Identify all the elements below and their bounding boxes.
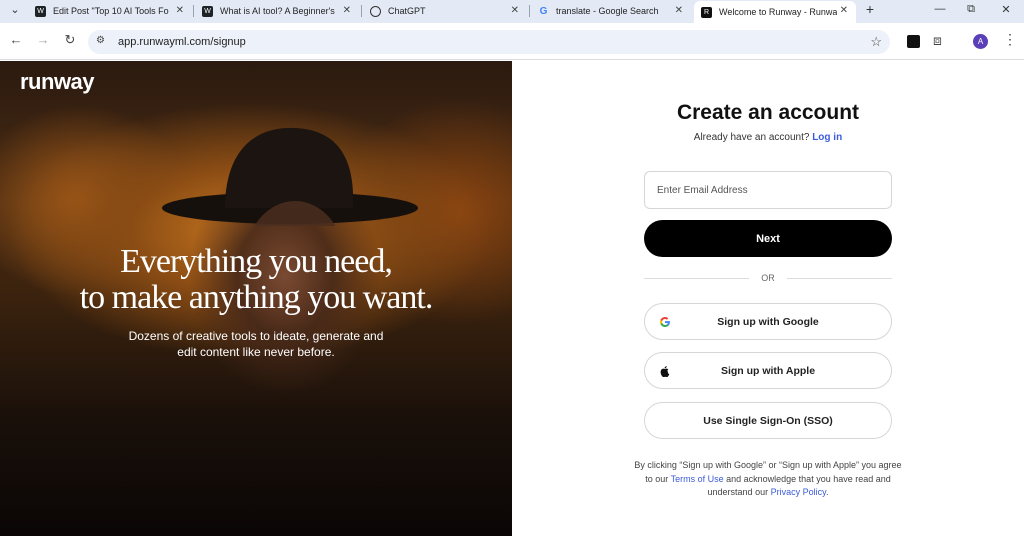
signup-panel: Create an account Already have an accoun…: [512, 61, 1024, 536]
sso-label: Use Single Sign-On (SSO): [703, 414, 833, 427]
tab-title: Edit Post "Top 10 AI Tools Fo: [53, 6, 169, 16]
divider-line: [787, 278, 892, 279]
url-text[interactable]: app.runwayml.com/signup: [118, 36, 246, 48]
runway-favicon-icon: R: [701, 6, 712, 18]
browser-tab-google-translate[interactable]: G translate - Google Search ✕: [531, 1, 691, 21]
privacy-policy-link[interactable]: Privacy Policy: [771, 487, 826, 497]
close-tab-icon[interactable]: ✕: [675, 5, 683, 16]
tab-search-icon[interactable]: ⌄: [7, 3, 23, 16]
tab-divider: [529, 5, 530, 17]
terms-of-use-link[interactable]: Terms of Use: [671, 474, 724, 484]
page-title: Create an account: [676, 101, 860, 124]
hero-headline-line1: Everything you need,: [120, 243, 393, 280]
login-prompt-text: Already have an account?: [693, 132, 810, 143]
browser-tab-chatgpt[interactable]: ChatGPT ✕: [363, 1, 527, 21]
tab-title: What is AI tool? A Beginner's: [220, 6, 335, 16]
forward-arrow-icon[interactable]: →: [35, 32, 51, 47]
extensions-puzzle-icon[interactable]: ⧈: [933, 32, 942, 49]
or-divider-label: OR: [761, 273, 775, 283]
email-field[interactable]: [644, 171, 892, 209]
close-window-icon[interactable]: ✕: [998, 3, 1014, 16]
next-button[interactable]: Next: [644, 220, 892, 257]
back-arrow-icon[interactable]: ←: [8, 32, 24, 47]
tab-title: ChatGPT: [388, 6, 426, 16]
google-signup-label: Sign up with Google: [717, 315, 819, 328]
restore-window-icon[interactable]: ⧉: [963, 3, 979, 16]
apple-signup-button[interactable]: Sign up with Apple: [644, 352, 892, 389]
new-tab-plus-icon[interactable]: +: [862, 1, 878, 17]
tab-divider: [361, 5, 362, 17]
hero-headline-line2: to make anything you want.: [79, 279, 434, 316]
close-tab-icon[interactable]: ✕: [511, 5, 519, 16]
wordpress-favicon-icon: W: [35, 5, 46, 17]
browser-tab-edit-post[interactable]: W Edit Post "Top 10 AI Tools Fo ✕: [28, 1, 192, 21]
apple-logo-icon: [660, 366, 670, 377]
site-info-icon[interactable]: ⚙: [96, 35, 105, 46]
login-link[interactable]: Log in: [812, 132, 842, 143]
profile-avatar[interactable]: A: [973, 34, 988, 49]
address-bar[interactable]: ⚙ app.runwayml.com/signup ☆: [88, 30, 890, 54]
login-prompt: Already have an account? Log in: [512, 132, 1024, 143]
close-tab-icon[interactable]: ✕: [840, 5, 848, 16]
apple-signup-label: Sign up with Apple: [720, 364, 816, 377]
legal-notice: By clicking “Sign up with Google” or “Si…: [634, 459, 902, 500]
google-signup-button[interactable]: Sign up with Google: [644, 303, 892, 340]
close-tab-icon[interactable]: ✕: [176, 5, 184, 16]
browser-tab-runway[interactable]: R Welcome to Runway - Runwa ✕: [694, 1, 856, 23]
browser-toolbar: ← → ↻ ⚙ app.runwayml.com/signup ☆ ⧈ A ⋮: [0, 23, 1024, 60]
legal-text-end: .: [825, 487, 829, 497]
browser-tab-what-is-ai[interactable]: W What is AI tool? A Beginner's ✕: [195, 1, 359, 21]
sso-button[interactable]: Use Single Sign-On (SSO): [644, 402, 892, 439]
wordpress-favicon-icon: W: [202, 5, 213, 17]
tab-title: Welcome to Runway - Runwa: [719, 7, 837, 17]
hero-subtext-line1: Dozens of creative tools to ideate, gene…: [128, 329, 384, 343]
browser-tab-bar: ⌄ W Edit Post "Top 10 AI Tools Fo ✕ W Wh…: [0, 0, 1024, 23]
hero-image: [162, 127, 418, 226]
tab-title: translate - Google Search: [556, 6, 659, 16]
hero-subtext-line2: edit content like never before.: [177, 345, 335, 359]
reload-icon[interactable]: ↻: [62, 32, 78, 48]
bookmark-star-icon[interactable]: ☆: [870, 34, 882, 50]
google-favicon-icon: G: [539, 5, 548, 17]
google-g-icon: [660, 317, 670, 327]
chatgpt-favicon-icon: [370, 5, 381, 17]
runway-logo[interactable]: runway: [20, 69, 95, 95]
extension-icon[interactable]: [907, 35, 920, 48]
hero-panel: runway Everything you need, to make anyt…: [0, 61, 512, 536]
browser-menu-icon[interactable]: ⋮: [1003, 31, 1017, 48]
minimize-window-icon[interactable]: —: [932, 3, 948, 15]
close-tab-icon[interactable]: ✕: [343, 5, 351, 16]
tab-divider: [193, 5, 194, 17]
